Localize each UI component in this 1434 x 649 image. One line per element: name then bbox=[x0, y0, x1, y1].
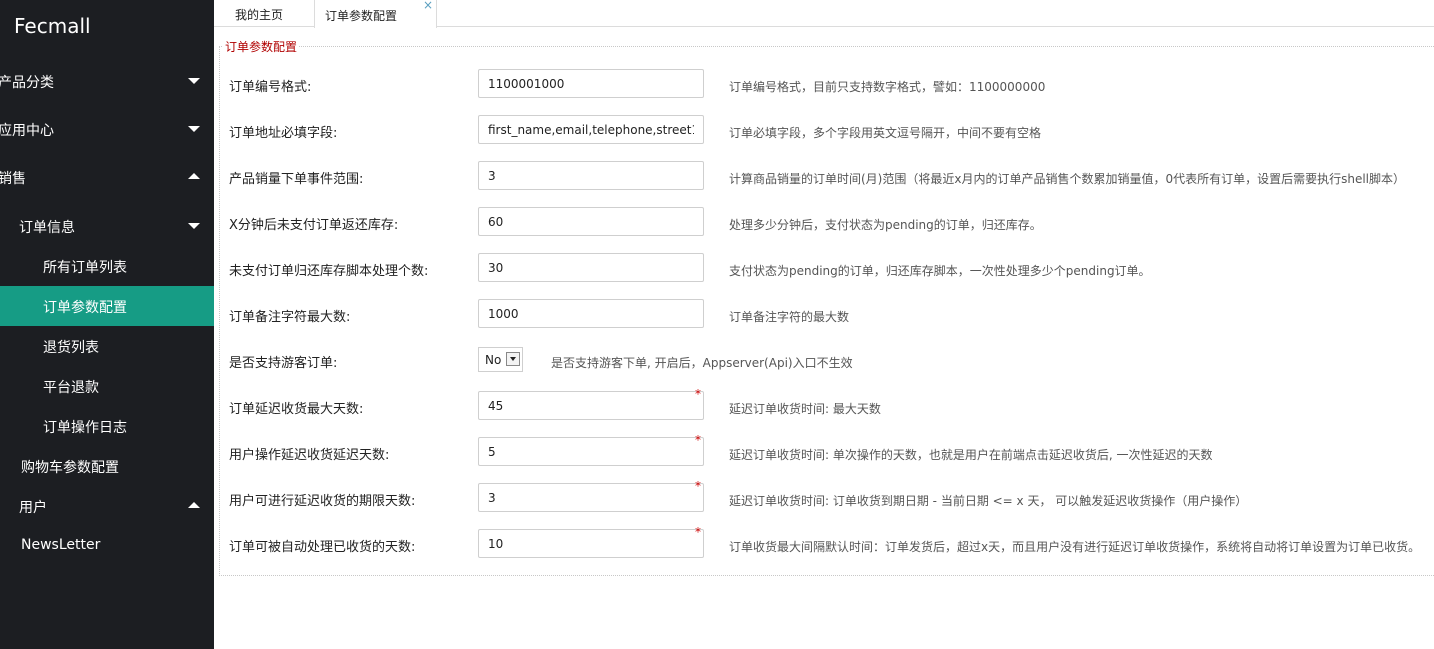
tab-bar: 我的主页 订单参数配置 × bbox=[214, 0, 1434, 28]
form-row-unpaid-return-minutes: X分钟后未支付订单返还库存: 处理多少分钟后，支付状态为pending的订单，归还… bbox=[0, 207, 1434, 237]
order-remark-max-input[interactable] bbox=[478, 299, 704, 328]
form-row-guest-order: 是否支持游客订单: No 是否支持游客下单, 开启后，Appserver(Api)入… bbox=[0, 345, 1434, 375]
field-label: 订单编号格式: bbox=[229, 80, 312, 95]
select-value: No bbox=[485, 353, 502, 367]
fieldset-legend: 订单参数配置 bbox=[223, 38, 300, 55]
field-hint: 订单备注字符的最大数 bbox=[729, 310, 850, 324]
form-row-sales-range: 产品销量下单事件范围: 计算商品销量的订单时间(月)范围（将最近x月内的订单产品销… bbox=[0, 161, 1434, 191]
form-row-order-number-format: 订单编号格式: 订单编号格式，目前只支持数字格式，譬如：1100000000 bbox=[0, 69, 1434, 99]
delay-step-days-input[interactable] bbox=[478, 437, 704, 466]
unpaid-script-count-input[interactable] bbox=[478, 253, 704, 282]
form-row-delay-limit-days: 用户可进行延迟收货的期限天数: * 延迟订单收货时间: 订单收货到期日期 - 当前日… bbox=[0, 479, 1434, 513]
form-row-order-remark-max: 订单备注字符最大数: 订单备注字符的最大数 bbox=[0, 299, 1434, 329]
field-hint: 计算商品销量的订单时间(月)范围（将最近x月内的订单产品销售个数累加销量值，0代… bbox=[729, 172, 1406, 186]
dropdown-arrow-icon[interactable] bbox=[506, 352, 520, 366]
required-marker: * bbox=[695, 387, 701, 401]
field-hint: 订单必填字段，多个字段用英文逗号隔开，中间不要有空格 bbox=[729, 126, 1042, 140]
field-label: 用户可进行延迟收货的期限天数: bbox=[229, 494, 416, 509]
delay-limit-days-input[interactable] bbox=[478, 483, 704, 512]
form-row-delay-max-days: 订单延迟收货最大天数: * 延迟订单收货时间: 最大天数 bbox=[0, 387, 1434, 421]
field-hint: 支付状态为pending的订单，归还库存脚本，一次性处理多少个pending订单… bbox=[729, 264, 1151, 278]
field-label: 订单延迟收货最大天数: bbox=[229, 402, 364, 417]
required-marker: * bbox=[695, 433, 701, 447]
field-hint: 延迟订单收货时间: 订单收货到期日期 - 当前日期 <= x 天， 可以触发延迟… bbox=[729, 494, 1248, 508]
delay-max-days-input[interactable] bbox=[478, 391, 704, 420]
field-hint: 是否支持游客下单, 开启后，Appserver(Api)入口不生效 bbox=[551, 356, 853, 370]
field-hint: 订单编号格式，目前只支持数字格式，譬如：1100000000 bbox=[729, 80, 1046, 94]
unpaid-return-minutes-input[interactable] bbox=[478, 207, 704, 236]
field-label: 用户操作延迟收货延迟天数: bbox=[229, 448, 390, 463]
field-label: 是否支持游客订单: bbox=[229, 356, 338, 371]
field-label: X分钟后未支付订单返还库存: bbox=[229, 218, 399, 233]
order-address-required-input[interactable] bbox=[478, 115, 704, 144]
brand-logo[interactable]: Fecmall bbox=[14, 14, 91, 38]
field-label: 订单备注字符最大数: bbox=[229, 310, 351, 325]
required-marker: * bbox=[695, 525, 701, 539]
field-hint: 处理多少分钟后，支付状态为pending的订单，归还库存。 bbox=[729, 218, 1042, 232]
required-marker: * bbox=[695, 479, 701, 493]
form-row-unpaid-script-count: 未支付订单归还库存脚本处理个数: 支付状态为pending的订单，归还库存脚本，一… bbox=[0, 253, 1434, 283]
close-icon[interactable]: × bbox=[423, 0, 433, 12]
form-row-delay-step-days: 用户操作延迟收货延迟天数: * 延迟订单收货时间: 单次操作的天数，也就是用户在前端… bbox=[0, 433, 1434, 467]
field-hint: 订单收货最大间隔默认时间：订单发货后，超过x天，而且用户没有进行延迟订单收货操作… bbox=[729, 540, 1421, 554]
field-label: 产品销量下单事件范围: bbox=[229, 172, 364, 187]
field-hint: 延迟订单收货时间: 单次操作的天数，也就是用户在前端点击延迟收货后, 一次性延迟… bbox=[729, 448, 1213, 462]
tab-label: 订单参数配置 bbox=[325, 9, 398, 23]
tab-home[interactable]: 我的主页 bbox=[214, 0, 314, 27]
form-row-order-address-required: 订单地址必填字段: 订单必填字段，多个字段用英文逗号隔开，中间不要有空格 bbox=[0, 115, 1434, 145]
form-row-auto-received-days: 订单可被自动处理已收货的天数: * 订单收货最大间隔默认时间：订单发货后，超过x天，… bbox=[0, 525, 1434, 559]
field-label: 订单可被自动处理已收货的天数: bbox=[229, 540, 416, 555]
auto-received-days-input[interactable] bbox=[478, 529, 704, 558]
field-hint: 延迟订单收货时间: 最大天数 bbox=[729, 402, 881, 416]
guest-order-select[interactable]: No bbox=[478, 347, 523, 372]
field-label: 订单地址必填字段: bbox=[229, 126, 338, 141]
sales-range-input[interactable] bbox=[478, 161, 704, 190]
field-label: 未支付订单归还库存脚本处理个数: bbox=[229, 264, 429, 279]
tab-order-config[interactable]: 订单参数配置 × bbox=[314, 0, 437, 28]
order-number-format-input[interactable] bbox=[478, 69, 704, 98]
tab-label: 我的主页 bbox=[235, 8, 284, 22]
